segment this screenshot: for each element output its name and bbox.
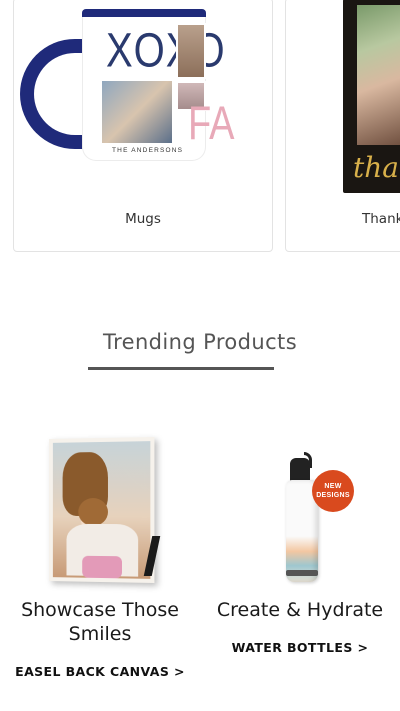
category-card-thank-you[interactable]: tha Thank (285, 0, 400, 252)
mug-rim (82, 9, 206, 17)
mug-print-caption: THE ANDERSONS (112, 147, 184, 154)
product-title-hydrate: Create & Hydrate (216, 599, 384, 621)
category-carousel: XOXO FA THE ANDERSONS Mugs tha Thank (0, 0, 400, 252)
thank-you-card-photo (357, 5, 400, 145)
new-designs-badge: NEW DESIGNS (312, 470, 354, 512)
mug-product-image: XOXO FA THE ANDERSONS (20, 0, 234, 169)
trending-heading-underline (88, 367, 274, 370)
product-water-bottles[interactable]: NEW DESIGNS Create & Hydrate WATER BOTTL… (200, 430, 400, 700)
mug-photo-side (176, 23, 206, 79)
mug-print-accent: FA (188, 97, 235, 151)
mug-print-text: XOXO (106, 24, 226, 78)
category-card-mugs[interactable]: XOXO FA THE ANDERSONS Mugs (13, 0, 273, 252)
water-bottle-image (284, 452, 320, 582)
category-label-mugs: Mugs (125, 211, 161, 227)
bottle-cap (290, 458, 310, 482)
canvas-photo-pink-top (82, 555, 123, 579)
category-label-thank-you: Thank (362, 211, 400, 227)
easel-canvas-image (49, 436, 155, 584)
mug-photo-children (100, 79, 174, 145)
trending-products-heading: Trending Products (102, 330, 298, 354)
canvas-photo-figure-child (78, 497, 108, 527)
product-title-showcase: Showcase Those Smiles (21, 599, 179, 645)
water-bottles-link[interactable]: WATER BOTTLES > (200, 640, 400, 655)
thank-you-card-script: tha (353, 151, 399, 184)
thank-you-card-image: tha (343, 0, 400, 193)
bottle-band (286, 570, 318, 576)
easel-back-canvas-link[interactable]: EASEL BACK CANVAS > (0, 664, 200, 679)
product-easel-back-canvas[interactable]: Showcase Those Smiles EASEL BACK CANVAS … (0, 430, 200, 700)
